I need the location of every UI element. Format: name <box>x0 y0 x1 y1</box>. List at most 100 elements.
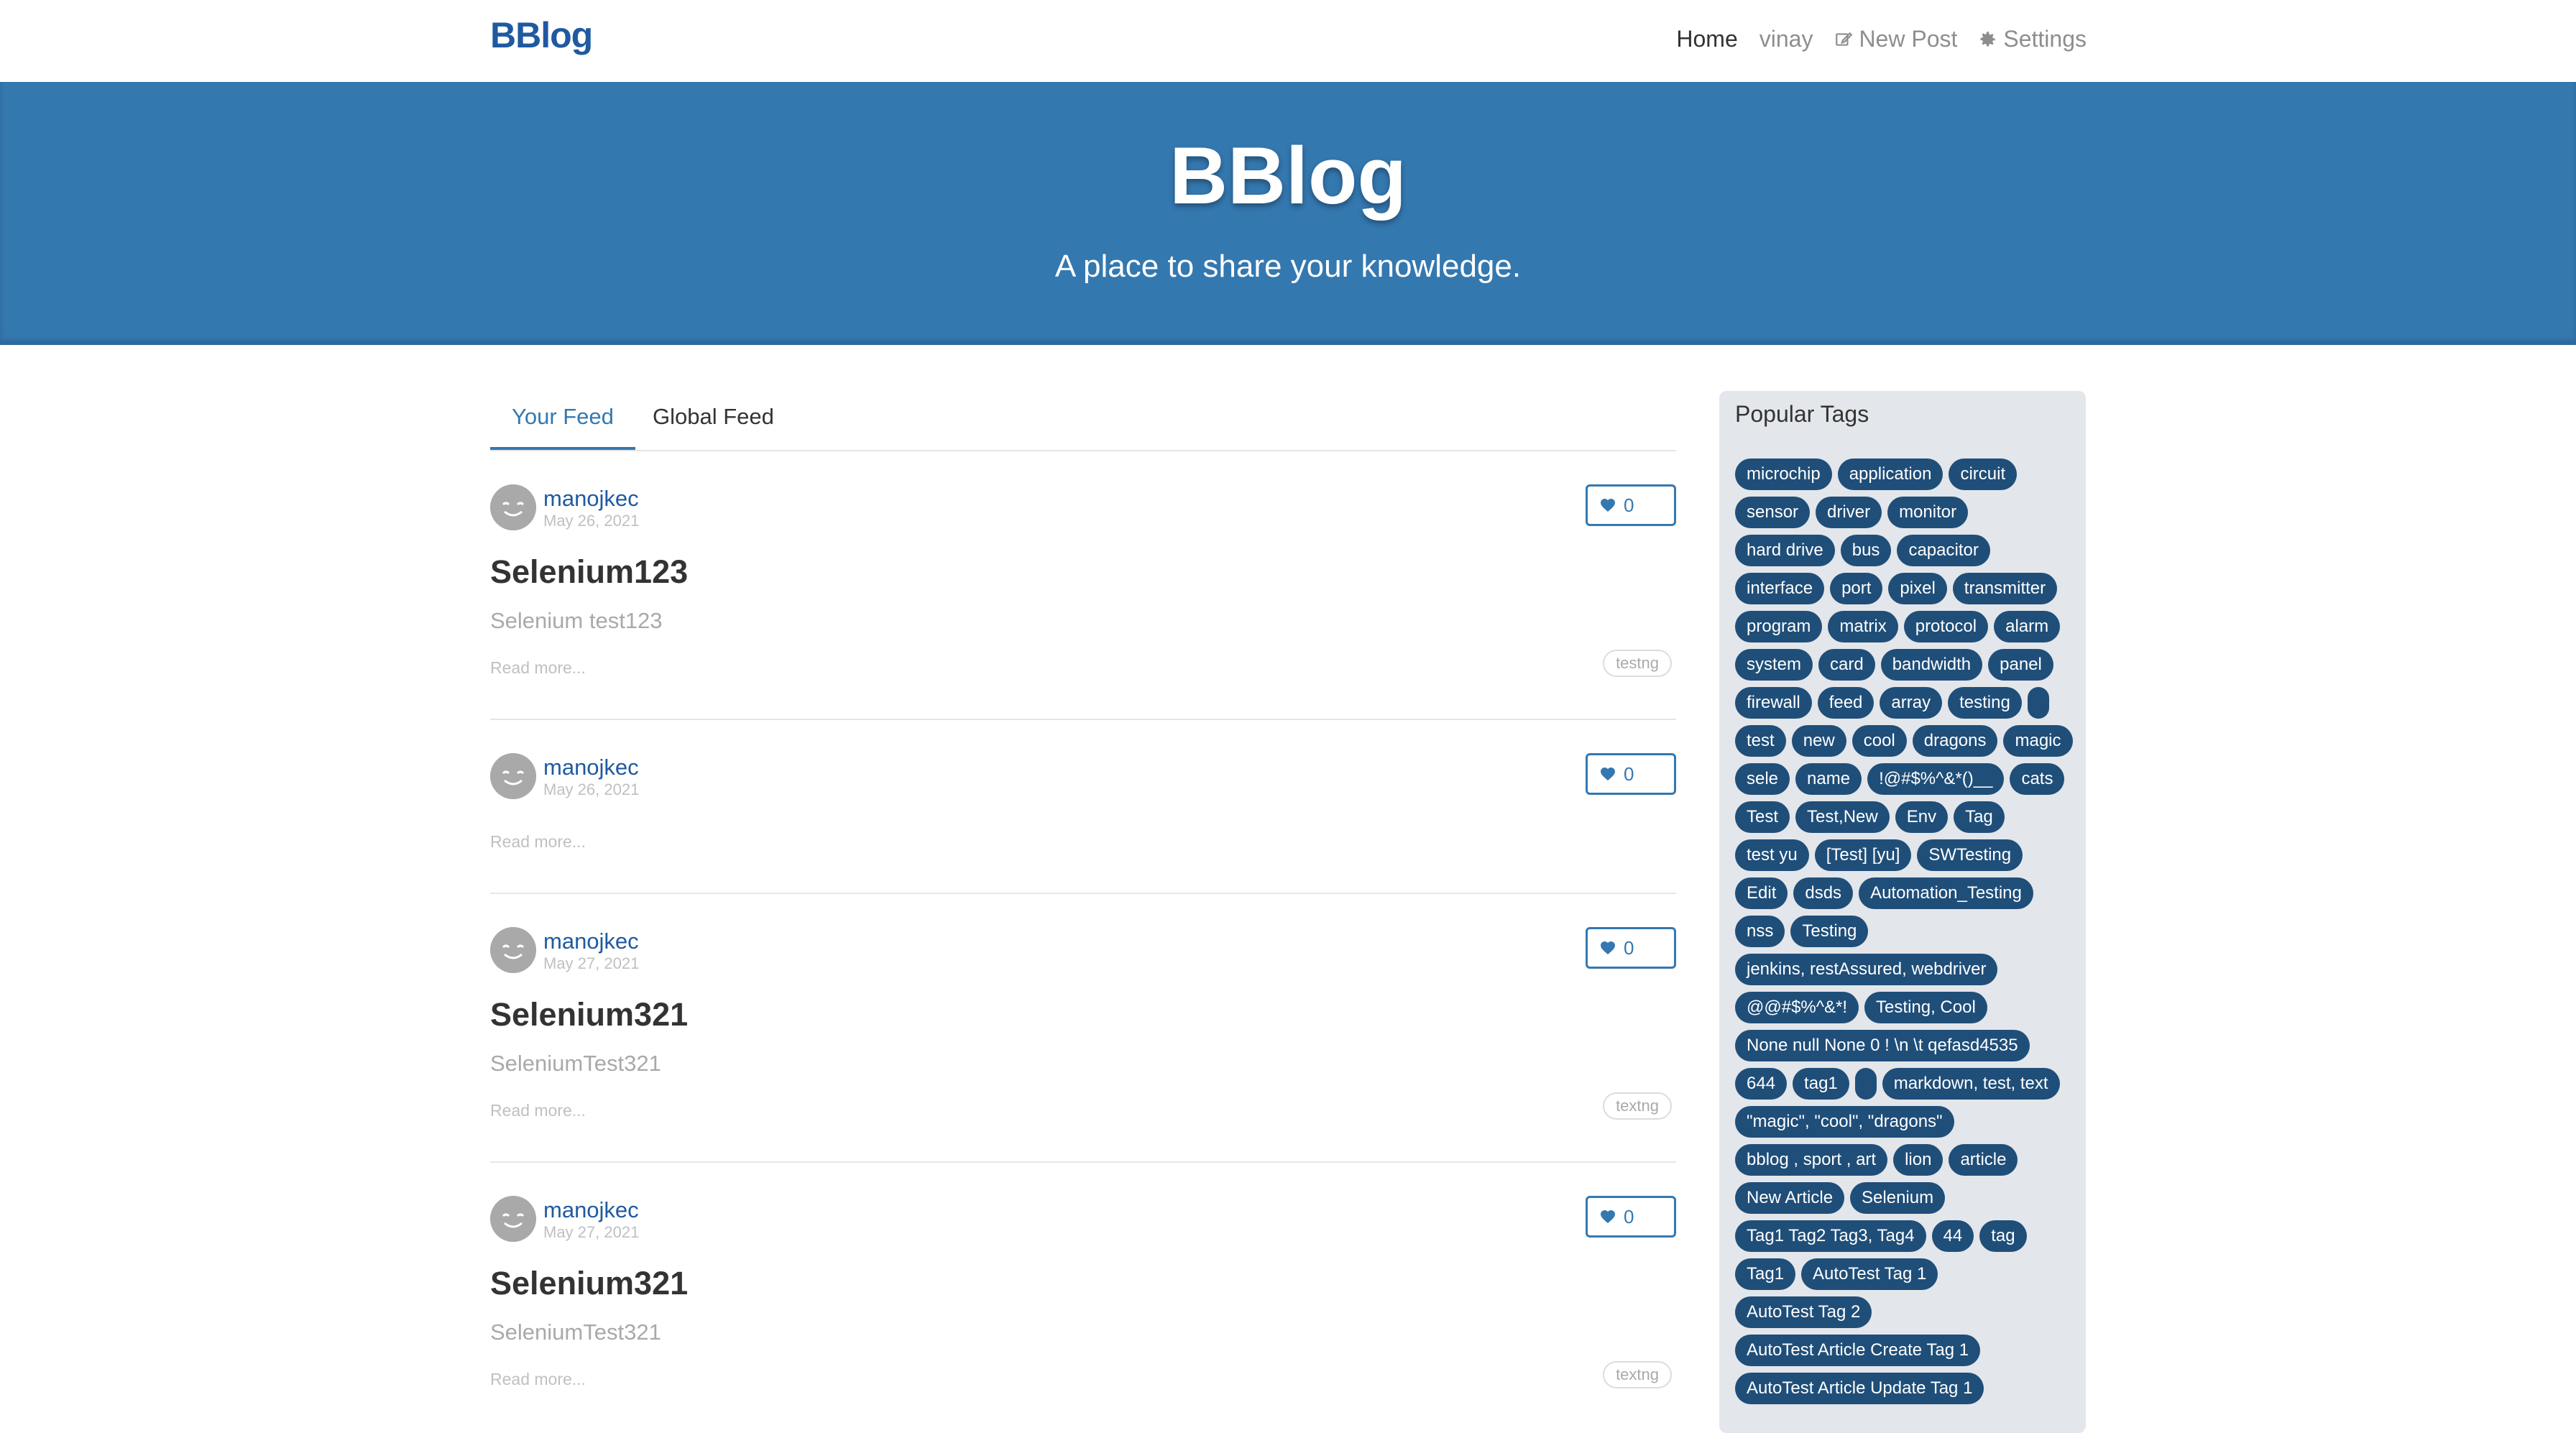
favorite-button[interactable]: 0 <box>1586 1196 1676 1238</box>
tag-pill[interactable]: testing <box>1948 687 2022 719</box>
read-more-link[interactable]: Read more... <box>490 1101 586 1120</box>
tag-pill[interactable]: New Article <box>1735 1182 1845 1214</box>
tag-pill[interactable]: bblog , sport , art <box>1735 1144 1888 1176</box>
tag-pill[interactable]: magic <box>2003 725 2073 757</box>
favorite-button[interactable]: 0 <box>1586 927 1676 969</box>
tag-pill[interactable]: !@#$%^&*()__ <box>1867 763 2005 795</box>
read-more-link[interactable]: Read more... <box>490 832 586 852</box>
tag-pill[interactable]: cool <box>1852 725 1907 757</box>
tag-pill[interactable] <box>2027 687 2049 719</box>
tag-pill[interactable]: SWTesting <box>1917 839 2023 871</box>
tag-pill[interactable]: bandwidth <box>1880 649 1983 681</box>
tag-pill[interactable]: capacitor <box>1897 535 1990 566</box>
tag-pill[interactable]: driver <box>1816 497 1882 528</box>
tag-pill[interactable]: Selenium <box>1850 1182 1946 1214</box>
tag-pill[interactable]: transmitter <box>1952 573 2058 604</box>
tag-pill[interactable]: sensor <box>1735 497 1811 528</box>
tag-pill[interactable]: Edit <box>1735 877 1788 909</box>
tag-pill[interactable]: Env <box>1895 801 1949 833</box>
tag-pill[interactable]: AutoTest Tag 2 <box>1735 1296 1872 1328</box>
tag-pill[interactable]: card <box>1818 649 1875 681</box>
tag-pill[interactable]: cats <box>2010 763 2065 795</box>
read-more-link[interactable]: Read more... <box>490 658 586 678</box>
tag-pill[interactable]: Testing <box>1790 916 1869 947</box>
tag-pill[interactable]: nss <box>1735 916 1785 947</box>
tag-pill[interactable]: protocol <box>1903 611 1989 642</box>
tag-pill[interactable]: dragons <box>1912 725 1998 757</box>
tag-pill[interactable]: pixel <box>1888 573 1947 604</box>
tag-pill[interactable]: Tag <box>1954 801 2005 833</box>
article-title[interactable]: Selenium321 <box>490 996 688 1033</box>
tag-pill[interactable]: AutoTest Tag 1 <box>1801 1258 1938 1290</box>
tag-pill[interactable]: firewall <box>1735 687 1812 719</box>
tag-pill[interactable]: bus <box>1840 535 1892 566</box>
nav-new-post-link[interactable]: New Post <box>1834 26 1957 52</box>
article-date: May 27, 2021 <box>543 954 640 972</box>
tag-pill[interactable]: markdown, test, text <box>1882 1068 2060 1100</box>
tab-your-feed[interactable]: Your Feed <box>490 404 635 450</box>
tag-pill[interactable]: article <box>1949 1144 2018 1176</box>
avatar[interactable] <box>490 1196 536 1242</box>
nav-home-link[interactable]: Home <box>1676 26 1737 52</box>
article-title[interactable]: Selenium321 <box>490 1265 688 1302</box>
tag-pill[interactable]: sele <box>1735 763 1790 795</box>
tag-pill[interactable]: Tag1 <box>1735 1258 1796 1290</box>
tag-pill[interactable]: array <box>1880 687 1943 719</box>
tab-global-feed[interactable]: Global Feed <box>653 404 774 447</box>
brand-logo[interactable]: BBlog <box>490 14 593 56</box>
tag-pill[interactable]: Tag1 Tag2 Tag3, Tag4 <box>1735 1220 1926 1252</box>
author-name[interactable]: manojkec <box>543 486 639 512</box>
tag-pill[interactable]: 644 <box>1735 1068 1788 1100</box>
tag-pill[interactable]: microchip <box>1735 459 1832 490</box>
tag-pill[interactable]: lion <box>1893 1144 1944 1176</box>
tag-pill[interactable]: Test <box>1735 801 1790 833</box>
tag-pill[interactable]: Testing, Cool <box>1864 992 1987 1023</box>
avatar[interactable] <box>490 753 536 799</box>
tag-list: microchip application circuit sensor driver m… <box>1735 459 2073 1404</box>
article-title[interactable]: Selenium123 <box>490 553 688 591</box>
favorite-button[interactable]: 0 <box>1586 484 1676 526</box>
tag-pill[interactable]: hard drive <box>1735 535 1835 566</box>
tag-pill[interactable]: new <box>1791 725 1846 757</box>
tag-pill[interactable]: alarm <box>1994 611 2061 642</box>
tag-pill[interactable]: circuit <box>1949 459 2018 490</box>
tag-pill[interactable]: jenkins, restAssured, webdriver <box>1735 954 1998 985</box>
tag-pill[interactable]: application <box>1837 459 1944 490</box>
tag-pill[interactable]: Automation_Testing <box>1859 877 2033 909</box>
tag-pill[interactable]: test yu <box>1735 839 1809 871</box>
tag-pill[interactable]: tag <box>1979 1220 2027 1252</box>
tag-pill[interactable]: [Test] [yu] <box>1814 839 1912 871</box>
tag-pill[interactable]: 44 <box>1931 1220 1974 1252</box>
nav-settings-link[interactable]: Settings <box>1979 26 2087 52</box>
tag-pill[interactable]: None null None 0 ! \n \t qefasd4535 <box>1735 1030 2030 1061</box>
tag-pill[interactable]: monitor <box>1887 497 1969 528</box>
tag-pill[interactable]: Test,New <box>1795 801 1890 833</box>
favorite-button[interactable]: 0 <box>1586 753 1676 795</box>
author-name[interactable]: manojkec <box>543 1197 639 1223</box>
nav-profile-link[interactable]: vinay <box>1760 26 1813 52</box>
tag-pill[interactable]: system <box>1735 649 1813 681</box>
tag-pill[interactable]: program <box>1735 611 1823 642</box>
tag-pill[interactable]: @@#$%^&*! <box>1735 992 1859 1023</box>
article-preview: manojkec May 26, 2021 0 Selenium123 Sele… <box>490 484 1676 720</box>
article-preview: manojkec May 26, 2021 0 Read more... <box>490 753 1676 894</box>
tag-pill[interactable]: AutoTest Article Update Tag 1 <box>1735 1373 1984 1404</box>
tag-pill[interactable]: panel <box>1988 649 2053 681</box>
avatar[interactable] <box>490 927 536 973</box>
author-name[interactable]: manojkec <box>543 929 639 954</box>
favorite-count: 0 <box>1624 1205 1634 1227</box>
avatar[interactable] <box>490 484 536 530</box>
tag-pill[interactable]: name <box>1795 763 1862 795</box>
author-name[interactable]: manojkec <box>543 755 639 780</box>
tag-pill[interactable]: dsds <box>1793 877 1854 909</box>
tag-pill[interactable]: tag1 <box>1793 1068 1849 1100</box>
tag-pill[interactable]: test <box>1735 725 1786 757</box>
tag-pill[interactable]: AutoTest Article Create Tag 1 <box>1735 1335 1981 1366</box>
tag-pill[interactable]: "magic", "cool", "dragons" <box>1735 1106 1954 1138</box>
tag-pill[interactable]: interface <box>1735 573 1825 604</box>
tag-pill[interactable]: matrix <box>1828 611 1898 642</box>
read-more-link[interactable]: Read more... <box>490 1370 586 1389</box>
tag-pill[interactable]: port <box>1830 573 1883 604</box>
tag-pill[interactable] <box>1854 1068 1877 1100</box>
tag-pill[interactable]: feed <box>1817 687 1874 719</box>
